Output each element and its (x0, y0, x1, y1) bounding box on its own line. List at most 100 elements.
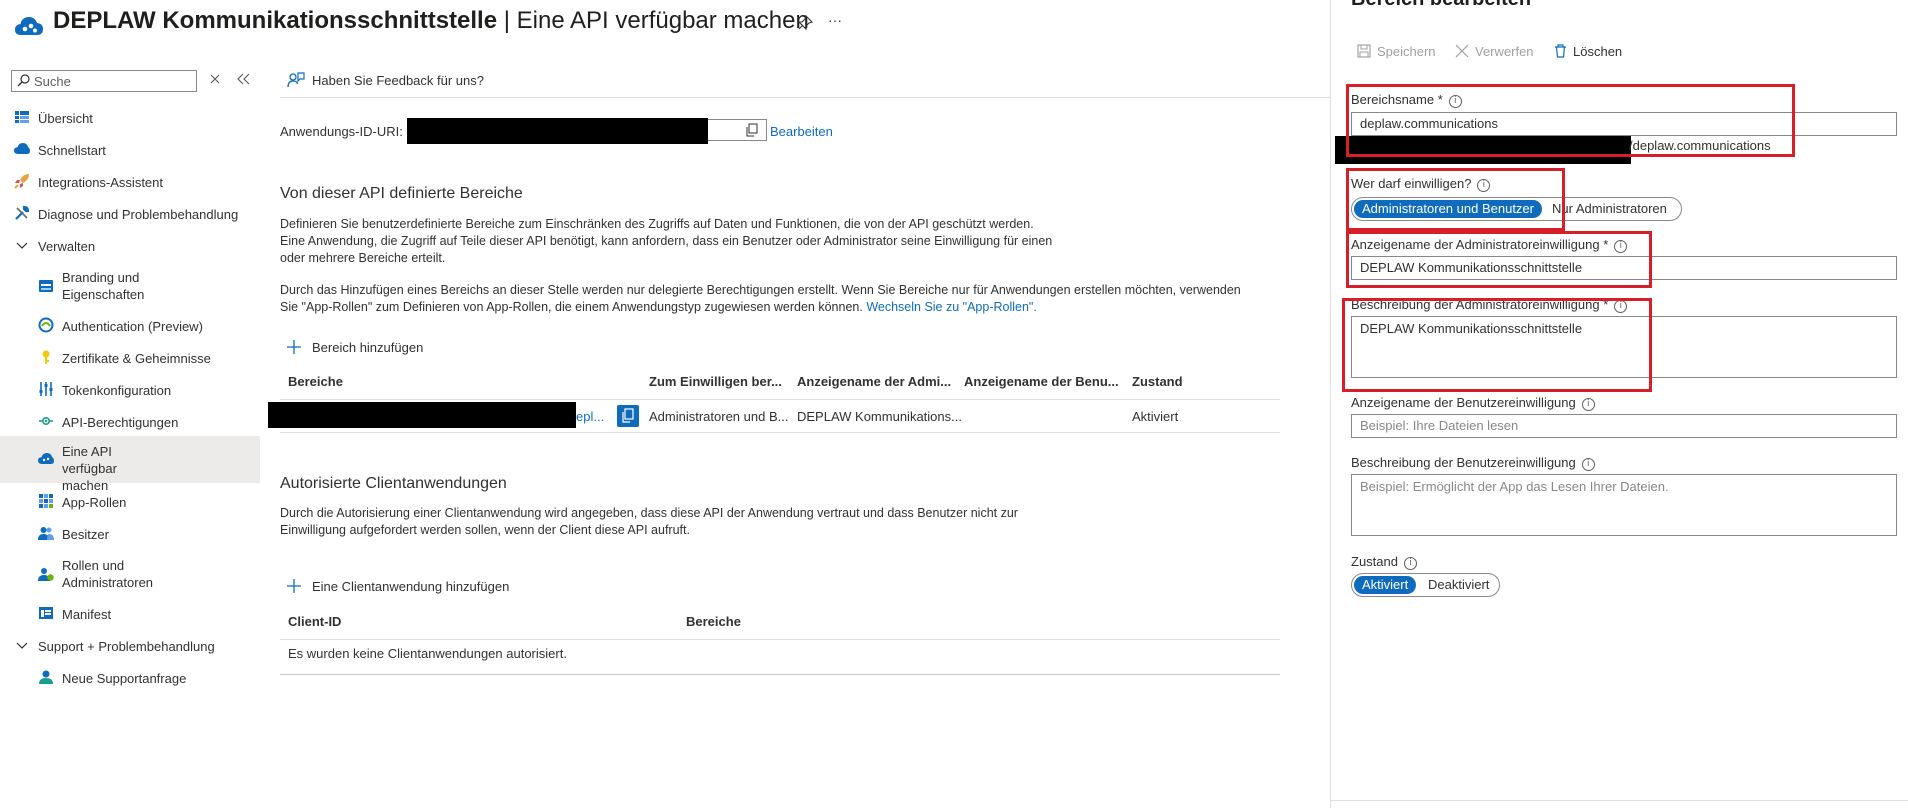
plus-icon (287, 579, 301, 593)
cloud-api-icon (38, 451, 54, 467)
sidebar-item-label: Eine API verfügbar machen (62, 444, 117, 493)
sidebar-group-support[interactable]: Support + Problembehandlung (0, 636, 260, 656)
panel-bottom-divider (1331, 800, 1908, 801)
sidebar-item-label: Authentication (Preview) (62, 319, 203, 334)
sidebar-item-integration-assistant[interactable]: Integrations-Assistent (0, 172, 260, 192)
user-desc-textarea[interactable]: Beispiel: Ermöglicht der App das Lesen I… (1351, 474, 1897, 536)
sidebar-item-branding[interactable]: Branding und Eigenschaften (0, 268, 260, 304)
edit-scope-panel: Bereich bearbeiten Speichern Verwerfen L… (1330, 0, 1908, 808)
sidebar-item-manifest[interactable]: Manifest (0, 604, 260, 624)
column-header-consent[interactable]: Zum Einwilligen ber... (649, 374, 782, 389)
table-row[interactable]: epl... Administratoren und B... DEPLAW K… (268, 402, 1280, 432)
delete-button[interactable]: Löschen (1554, 44, 1622, 61)
rocket-icon (14, 173, 30, 189)
discard-label: Verwerfen (1475, 44, 1534, 59)
delegated-desc-line: Durch das Hinzufügen eines Bereichs an d… (280, 283, 1241, 297)
title-separator: | (497, 7, 517, 34)
highlight-box (1346, 168, 1565, 231)
app-roles-link[interactable]: Wechseln Sie zu "App-Rollen". (866, 300, 1037, 314)
more-options-icon[interactable]: ··· (828, 12, 842, 28)
sidebar-item-quickstart[interactable]: Schnellstart (0, 140, 260, 160)
sidebar-item-authentication[interactable]: Authentication (Preview) (0, 316, 260, 336)
sidebar-item-owners[interactable]: Besitzer (0, 524, 260, 544)
clients-description: Durch die Autorisierung einer Clientanwe… (280, 505, 1018, 539)
manifest-icon (38, 605, 54, 621)
sidebar-item-diagnose[interactable]: Diagnose und Problembehandlung (0, 204, 260, 224)
search-icon (17, 74, 30, 87)
collapse-sidebar-icon[interactable] (237, 73, 251, 85)
sidebar-item-expose-api[interactable]: Eine API verfügbar machen (0, 436, 260, 493)
save-icon (1357, 44, 1371, 61)
clients-table-bottom (280, 674, 1280, 675)
info-icon[interactable]: i (1403, 557, 1417, 570)
sidebar-item-label: Manifest (62, 607, 112, 622)
redacted-scope-uri (268, 402, 576, 428)
sidebar-item-new-support-request[interactable]: Neue Supportanfrage (0, 668, 260, 688)
info-icon[interactable]: i (1581, 458, 1595, 471)
consent-option-admins-only[interactable]: Nur Administratoren (1552, 200, 1667, 218)
app-roles-icon (38, 493, 54, 509)
pin-icon[interactable] (797, 14, 814, 31)
user-display-placeholder: Beispiel: Ihre Dateien lesen (1360, 418, 1519, 433)
user-desc-placeholder: Beispiel: Ermöglicht der App das Lesen I… (1360, 479, 1669, 494)
app-cloud-icon (14, 14, 44, 38)
owners-icon (38, 525, 54, 541)
save-button[interactable]: Speichern (1357, 44, 1436, 61)
edit-app-id-uri-link[interactable]: Bearbeiten (770, 124, 833, 139)
sidebar-item-app-roles[interactable]: App-Rollen (0, 492, 260, 512)
user-display-label: Anzeigename der Benutzereinwilligung i (1351, 395, 1595, 411)
sidebar-group-label: Support + Problembehandlung (38, 639, 215, 654)
state-toggle[interactable]: Aktiviert Deaktiviert (1351, 573, 1500, 597)
sidebar-item-overview[interactable]: Übersicht (0, 108, 260, 128)
column-header-scopes[interactable]: Bereiche (288, 374, 343, 389)
column-header-client-id[interactable]: Client-ID (288, 614, 341, 629)
app-id-uri-label: Anwendungs-ID-URI: (280, 124, 403, 139)
scopes-heading: Von dieser API definierte Bereiche (280, 185, 523, 202)
delete-label: Löschen (1573, 44, 1623, 59)
column-header-admin-display[interactable]: Anzeigename der Admi... (797, 374, 951, 389)
chevron-down-icon (14, 638, 30, 654)
search-box[interactable] (11, 70, 197, 92)
copy-icon[interactable] (745, 123, 759, 137)
copy-icon (622, 408, 634, 423)
sidebar-item-label: Schnellstart (38, 143, 106, 158)
sidebar-item-api-permissions[interactable]: API-Berechtigungen (0, 412, 260, 432)
cloud-quickstart-icon (14, 141, 30, 157)
plus-icon (287, 340, 301, 354)
clients-desc-line: Einwilligung aufgefordert werden sollen,… (280, 523, 690, 537)
clients-heading: Autorisierte Clientanwendungen (280, 475, 507, 492)
sidebar-item-label: API-Berechtigungen (62, 415, 179, 430)
page-title: DEPLAW Kommunikationsschnittstelle | Ein… (53, 7, 809, 35)
sidebar-group-manage[interactable]: Verwalten (0, 236, 260, 256)
sidebar-item-token-config[interactable]: Tokenkonfiguration (0, 380, 260, 400)
sidebar-item-label: Neue Supportanfrage (62, 671, 187, 686)
clear-filter-icon[interactable] (209, 73, 221, 85)
sidebar-item-label: Übersicht (38, 111, 93, 126)
scope-link[interactable]: epl... (576, 409, 604, 424)
sidebar-item-label: Integrations-Assistent (38, 175, 164, 190)
scopes-desc-line: Eine Anwendung, die Zugriff auf Teile di… (280, 234, 1053, 248)
copy-scope-button[interactable] (617, 405, 639, 427)
column-header-state[interactable]: Zustand (1132, 374, 1183, 389)
clients-desc-line: Durch die Autorisierung einer Clientanwe… (280, 506, 1018, 520)
sidebar-item-label: Diagnose und Problembehandlung (38, 207, 239, 222)
column-header-user-display[interactable]: Anzeigename der Benu... (964, 374, 1119, 389)
discard-button[interactable]: Verwerfen (1455, 44, 1534, 61)
roles-admins-icon (38, 566, 54, 582)
app-id-uri-field (407, 118, 767, 144)
wrench-icon (14, 205, 30, 221)
user-display-field[interactable]: Beispiel: Ihre Dateien lesen (1351, 414, 1897, 438)
scopes-description: Definieren Sie benutzerdefinierte Bereic… (280, 216, 1052, 267)
sidebar-item-roles-admins[interactable]: Rollen und Administratoren (0, 556, 260, 592)
search-input[interactable] (34, 73, 184, 89)
column-header-client-scopes[interactable]: Bereiche (686, 614, 741, 629)
info-icon[interactable]: i (1581, 398, 1595, 411)
table-row-divider (280, 432, 1280, 433)
state-option-enabled[interactable]: Aktiviert (1354, 576, 1417, 594)
add-client-label: Eine Clientanwendung hinzufügen (312, 579, 510, 594)
state-option-disabled[interactable]: Deaktiviert (1428, 576, 1489, 594)
delegated-desc-line: Sie "App-Rollen" zum Definieren von App-… (280, 300, 867, 314)
sidebar-item-label: Tokenkonfiguration (62, 383, 172, 398)
sidebar-item-certificates[interactable]: Zertifikate & Geheimnisse (0, 348, 260, 368)
sidebar-item-label: Besitzer (62, 527, 109, 542)
